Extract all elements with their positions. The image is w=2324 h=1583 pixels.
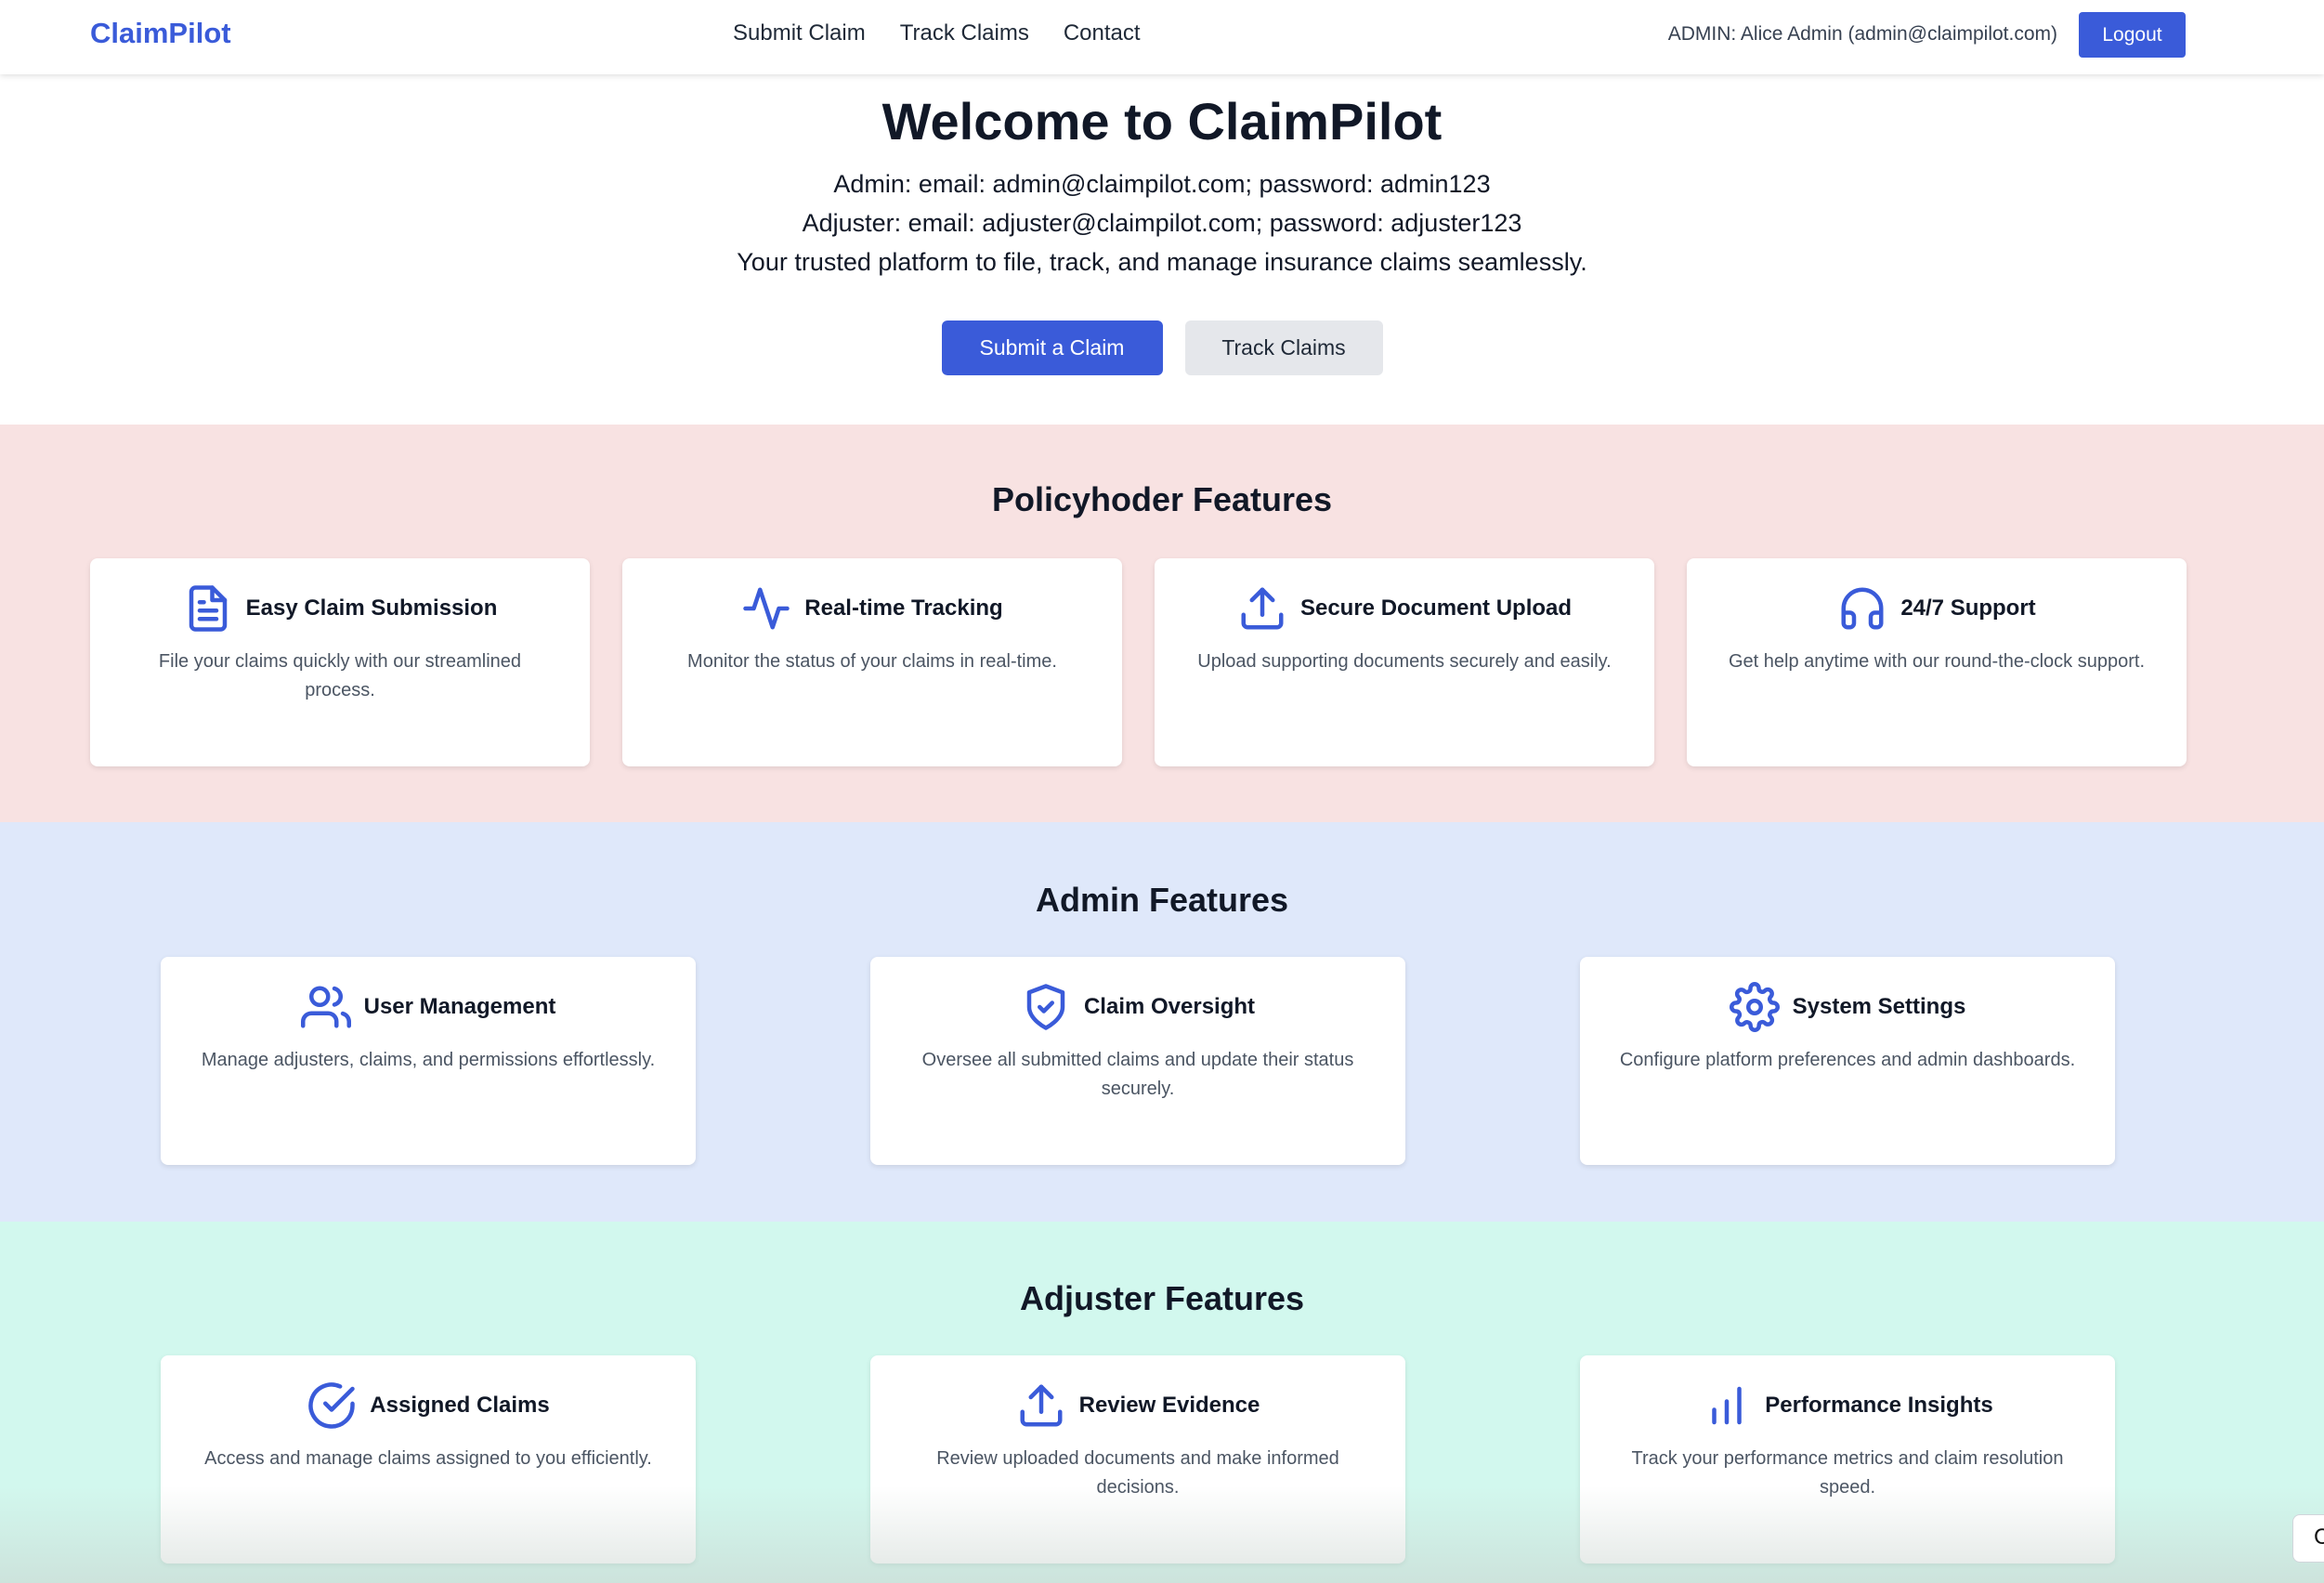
feature-card: User Management Manage adjusters, claims… xyxy=(161,957,696,1165)
feature-card: Performance Insights Track your performa… xyxy=(1580,1355,2115,1563)
shield-check-icon xyxy=(1026,984,1065,1030)
admin-title: Admin Features xyxy=(1035,881,1289,919)
track-claims-button[interactable]: Track Claims xyxy=(1184,321,1383,375)
card-description: Monitor the status of your claims in rea… xyxy=(687,651,1057,672)
card-title: Secure Document Upload xyxy=(1299,595,1573,621)
card-title: Claim Oversight xyxy=(1083,994,1256,1019)
admin-credentials: Admin: email: admin@claimpilot.com; pass… xyxy=(833,170,1491,198)
check-circle-icon xyxy=(308,1382,356,1429)
adjuster-credentials: Adjuster: email: adjuster@claimpilot.com… xyxy=(802,209,1522,237)
nav-contact[interactable]: Contact xyxy=(1064,20,1141,46)
nav-links: Submit Claim Track Claims Contact xyxy=(733,20,1141,46)
card-description: Upload supporting documents securely and… xyxy=(1197,651,1612,672)
card-title: User Management xyxy=(363,994,556,1019)
feature-card: System Settings Configure platform prefe… xyxy=(1580,957,2115,1165)
card-title: Real-time Tracking xyxy=(804,595,1003,621)
card-description: File your claims quickly with our stream… xyxy=(158,651,522,700)
users-icon xyxy=(300,986,351,1028)
bar-chart-icon xyxy=(1712,1386,1743,1425)
feature-card: Real-time Tracking Monitor the status of… xyxy=(622,558,1122,766)
adjuster-title: Adjuster Features xyxy=(1019,1279,1305,1317)
hero-section: Welcome to ClaimPilot Admin: email: admi… xyxy=(0,74,2324,425)
card-title: Performance Insights xyxy=(1765,1393,1993,1418)
feature-card: Claim Oversight Oversee all submitted cl… xyxy=(870,957,1405,1165)
card-title: Review Evidence xyxy=(1078,1393,1260,1418)
feature-card: Secure Document Upload Upload supporting… xyxy=(1155,558,1654,766)
brand-logo[interactable]: ClaimPilot xyxy=(90,17,231,50)
navbar: ClaimPilot Submit Claim Track Claims Con… xyxy=(0,0,2324,74)
card-title: 24/7 Support xyxy=(1900,595,2036,621)
submit-claim-button[interactable]: Submit a Claim xyxy=(941,321,1163,375)
feature-card: Easy Claim Submission File your claims q… xyxy=(90,558,590,766)
policyholder-title: Policyhoder Features xyxy=(991,480,1333,518)
nav-track-claims[interactable]: Track Claims xyxy=(900,20,1029,46)
adjuster-section: Adjuster Features Assigned Claims Access… xyxy=(0,1222,2324,1583)
hero-title: Welcome to ClaimPilot xyxy=(881,92,1443,150)
card-description: Manage adjusters, claims, and permission… xyxy=(201,1050,656,1070)
nav-submit-claim[interactable]: Submit Claim xyxy=(733,20,866,46)
card-title: System Settings xyxy=(1792,994,1966,1019)
chat-widget[interactable]: C xyxy=(2292,1514,2324,1563)
card-description: Oversee all submitted claims and update … xyxy=(921,1050,1354,1099)
policyholder-section: Policyhoder Features Easy Claim Submissi… xyxy=(0,425,2324,822)
admin-section: Admin Features User Management Manage ad… xyxy=(0,822,2324,1222)
card-title: Assigned Claims xyxy=(370,1393,550,1418)
headphones-icon xyxy=(1841,587,1884,630)
gear-icon xyxy=(1729,982,1780,1032)
card-description: Get help anytime with our round-the-cloc… xyxy=(1729,651,2145,672)
logout-button[interactable]: Logout xyxy=(2079,12,2186,58)
document-icon xyxy=(189,585,227,632)
card-description: Track your performance metrics and claim… xyxy=(1631,1448,2064,1498)
hero-tagline: Your trusted platform to file, track, an… xyxy=(737,248,1587,276)
card-title: Easy Claim Submission xyxy=(245,595,498,621)
card-description: Review uploaded documents and make infor… xyxy=(936,1448,1339,1498)
card-description: Access and manage claims assigned to you… xyxy=(204,1448,652,1469)
user-info: ADMIN: Alice Admin (admin@claimpilot.com… xyxy=(1667,23,2057,45)
upload-icon xyxy=(1241,587,1284,630)
feature-card: 24/7 Support Get help anytime with our r… xyxy=(1687,558,2187,766)
activity-icon xyxy=(743,587,790,630)
feature-card: Review Evidence Review uploaded document… xyxy=(870,1355,1405,1563)
card-description: Configure platform preferences and admin… xyxy=(1619,1050,2076,1070)
upload-icon xyxy=(1020,1384,1063,1427)
feature-card: Assigned Claims Access and manage claims… xyxy=(161,1355,696,1563)
